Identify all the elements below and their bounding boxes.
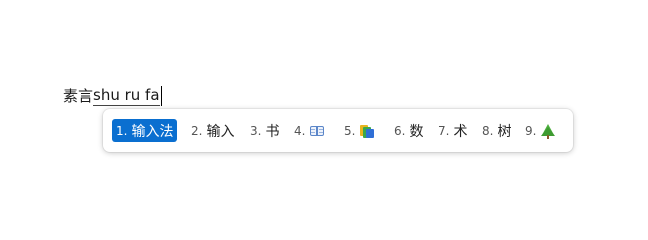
candidate-6[interactable]: 6. 数 [394, 119, 423, 142]
candidate-8[interactable]: 8. 树 [482, 119, 511, 142]
candidate-9[interactable]: 9. [525, 119, 556, 142]
candidate-index: 7. [438, 123, 450, 138]
candidate-text: 术 [453, 123, 468, 140]
text-caret [160, 86, 162, 106]
candidate-index: 6. [394, 123, 406, 138]
candidate-index: 9. [525, 123, 537, 138]
deciduous-tree-icon [540, 123, 556, 139]
open-book-icon [309, 123, 325, 139]
candidate-text: 输入法 [131, 123, 174, 140]
candidate-text: 数 [409, 123, 424, 140]
candidate-text: 树 [497, 123, 512, 140]
candidate-7[interactable]: 7. 术 [438, 119, 467, 142]
candidate-index: 8. [482, 123, 494, 138]
candidate-text: 输入 [206, 123, 235, 140]
text-editor-line[interactable]: 素言 shu ru fa [63, 84, 162, 106]
candidate-5[interactable]: 5. [344, 119, 375, 142]
candidate-index: 3. [250, 123, 262, 138]
candidate-index: 5. [344, 123, 356, 138]
candidate-4[interactable]: 4. [294, 119, 325, 142]
candidate-3[interactable]: 3. 书 [250, 119, 279, 142]
candidate-index: 4. [294, 123, 306, 138]
candidate-1[interactable]: 1. 输入法 [112, 119, 178, 142]
committed-text: 素言 [63, 87, 94, 105]
candidate-text: 书 [265, 123, 280, 140]
candidate-index: 2. [191, 123, 203, 138]
candidate-index: 1. [116, 123, 128, 138]
books-icon [359, 123, 375, 139]
ime-composition-text: shu ru fa [93, 86, 160, 106]
candidate-2[interactable]: 2. 输入 [191, 119, 234, 142]
ime-candidate-window: 1. 输入法 2. 输入 3. 书 4. 5. 6. 数 7. 术 8. 树 9… [103, 109, 573, 152]
